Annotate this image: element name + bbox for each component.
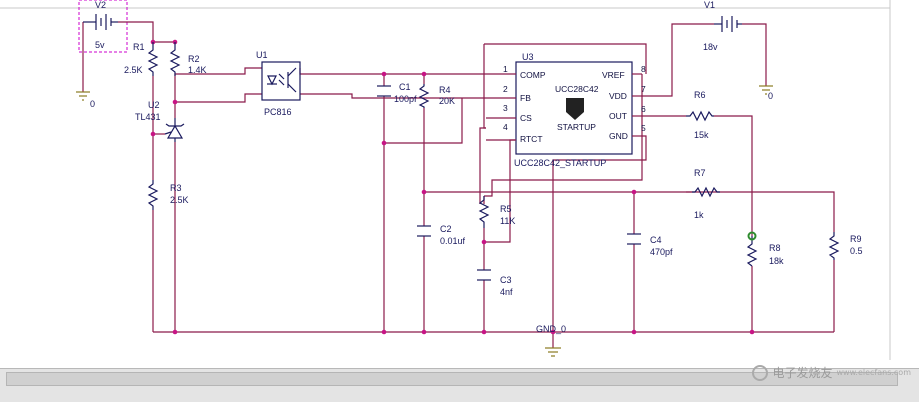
u3-chip-title: UCC28C42 — [555, 84, 599, 94]
u3-pin-8-number: 8 — [641, 64, 646, 74]
r2-resistor[interactable]: R2 1.4K — [169, 42, 207, 76]
u3-pin-1-name: COMP — [520, 70, 546, 80]
u3-pin-4-number: 4 — [503, 122, 508, 132]
u3-ref-label: U3 — [522, 52, 534, 62]
r6-resistor[interactable]: R6 15k — [686, 90, 714, 140]
schematic-canvas[interactable]: V2 5v V1 18v R1 2.5K R2 1.4K R3 2.5K R4 … — [0, 0, 919, 368]
r7-ref-label: R7 — [694, 168, 706, 178]
r8-value-label: 18k — [769, 256, 784, 266]
u2-ref-label: U2 — [148, 100, 160, 110]
c1-ref-label: C1 — [399, 82, 411, 92]
watermark-logo-icon — [752, 364, 769, 381]
r9-ref-label: R9 — [850, 234, 862, 244]
u3-pin-1-number: 1 — [503, 64, 508, 74]
u3-pin-6-name: OUT — [609, 111, 627, 121]
c3-capacitor[interactable]: C3 4nf — [477, 269, 513, 297]
c3-ref-label: C3 — [500, 275, 512, 285]
u3-pin-3-number: 3 — [503, 103, 508, 113]
r1-value-label: 2.5K — [124, 65, 143, 75]
ground-net-label: GND_0 — [536, 324, 566, 334]
r6-ref-label: R6 — [694, 90, 706, 100]
u3-pin-5-number: 5 — [641, 123, 646, 133]
r7-resistor[interactable]: R7 1k — [692, 168, 720, 220]
watermark-text: 电子发烧友 — [772, 366, 833, 380]
r7-value-label: 1k — [694, 210, 704, 220]
u3-pin-7-name: VDD — [609, 91, 627, 101]
u3-pin-4-name: RTCT — [520, 134, 543, 144]
u1-part-label: PC816 — [264, 107, 292, 117]
r9-value-label: 0.5 — [850, 246, 863, 256]
c1-value-label: 100pf — [394, 94, 417, 104]
ground-right-label: 0 — [768, 91, 773, 101]
r4-resistor[interactable]: R4 20K — [418, 84, 455, 108]
v2-value-label: 5v — [95, 40, 105, 50]
r1-ref-label: R1 — [133, 42, 145, 52]
ground-left-label: 0 — [90, 99, 95, 109]
r3-resistor[interactable]: R3 2.5K — [147, 180, 189, 210]
ground-symbol-left[interactable]: 0 — [76, 91, 95, 109]
c2-value-label: 0.01uf — [440, 236, 466, 246]
watermark: 电子发烧友 www.elecfans.com — [752, 364, 911, 381]
u1-optocoupler[interactable]: U1 PC816 — [256, 50, 301, 117]
v1-ref-label: V1 — [704, 0, 715, 10]
u3-pin-2-number: 2 — [503, 84, 508, 94]
u3-pin-5-name: GND — [609, 131, 628, 141]
ground-symbol-right[interactable]: 0 — [759, 85, 773, 101]
r4-ref-label: R4 — [439, 85, 451, 95]
u3-part-label: UCC28C42_STARTUP — [514, 158, 606, 168]
r8-ref-label: R8 — [769, 243, 781, 253]
r4-value-label: 20K — [439, 96, 455, 106]
u3-pin-2-name: FB — [520, 93, 531, 103]
u3-pin-8-name: VREF — [602, 70, 625, 80]
r8-resistor[interactable]: R8 18k — [746, 236, 784, 267]
watermark-site: www.elecfans.com — [836, 368, 912, 377]
r3-value-label: 2.5K — [170, 195, 189, 205]
junction-dots — [150, 39, 755, 335]
u1-ref-label: U1 — [256, 50, 268, 60]
r1-resistor[interactable]: R1 2.5K — [124, 42, 159, 76]
c3-value-label: 4nf — [500, 287, 513, 297]
r2-ref-label: R2 — [188, 54, 200, 64]
r5-value-label: 11K — [500, 216, 515, 226]
u3-pin-3-name: CS — [520, 113, 532, 123]
r6-value-label: 15k — [694, 130, 709, 140]
ti-logo-icon — [566, 98, 584, 120]
u3-pin-6-number: 6 — [641, 104, 646, 114]
c1-capacitor[interactable]: C1 100pf — [377, 82, 417, 104]
c2-ref-label: C2 — [440, 224, 452, 234]
u3-pin-7-number: 7 — [641, 84, 646, 94]
r9-resistor[interactable]: R9 0.5 — [828, 232, 863, 260]
c4-ref-label: C4 — [650, 235, 662, 245]
v1-value-label: 18v — [703, 42, 718, 52]
c4-value-label: 470pf — [650, 247, 673, 257]
ground-symbol-main[interactable]: GND_0 — [536, 324, 566, 357]
u2-tl431-symbol[interactable]: U2 TL431 — [135, 100, 185, 142]
u2-part-label: TL431 — [135, 112, 161, 122]
r3-ref-label: R3 — [170, 183, 182, 193]
wires — [78, 0, 835, 348]
r5-ref-label: R5 — [500, 204, 512, 214]
r2-value-label: 1.4K — [188, 65, 207, 75]
u3-chip-subtitle: STARTUP — [557, 122, 596, 132]
v2-ref-label: V2 — [95, 0, 106, 10]
